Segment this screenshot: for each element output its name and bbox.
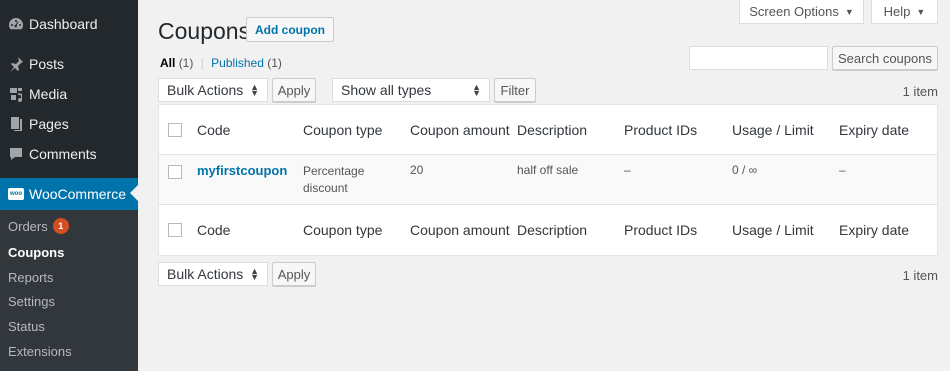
- cell-amount: 20: [410, 163, 424, 177]
- submenu-label: Settings: [8, 294, 55, 309]
- column-product-ids: Product IDs: [624, 121, 698, 138]
- menu-label: Pages: [29, 116, 69, 132]
- column-type: Coupon type: [303, 121, 383, 138]
- bulk-actions-value: Bulk Actions: [167, 82, 244, 98]
- column-amount: Coupon amount: [410, 121, 510, 138]
- bulk-actions-select[interactable]: Bulk Actions ▲ ▼: [158, 78, 268, 102]
- main-content: Screen Options ▼ Help ▼ Coupons Add coup…: [138, 0, 950, 371]
- items-count: 1 item: [902, 84, 938, 99]
- screen-options-label: Screen Options: [749, 4, 839, 19]
- cell-description: half off sale: [517, 163, 579, 177]
- menu-label: Media: [29, 86, 68, 102]
- column-expiry: Expiry date: [839, 222, 910, 238]
- menu-woocommerce[interactable]: woo WooCommerce: [0, 178, 138, 210]
- pages-icon: [7, 115, 25, 133]
- menu-posts[interactable]: Posts: [0, 49, 138, 79]
- column-code: Code: [197, 121, 231, 138]
- submenu-reports[interactable]: Reports: [8, 270, 54, 285]
- filter-button[interactable]: Filter: [494, 78, 536, 102]
- menu-label: Comments: [29, 146, 97, 162]
- filter-separator: |: [200, 56, 204, 70]
- submenu-settings[interactable]: Settings: [8, 294, 55, 309]
- column-description: Description: [517, 121, 588, 138]
- cell-usage: 0 / ∞: [732, 163, 758, 177]
- pin-icon: [7, 55, 25, 73]
- column-description: Description: [517, 222, 588, 238]
- submenu-orders[interactable]: Orders 1: [8, 218, 69, 234]
- submenu-label: Reports: [8, 270, 54, 285]
- menu-dashboard[interactable]: Dashboard: [0, 9, 138, 39]
- filter-all-count: (1): [178, 56, 194, 70]
- caret-down-icon: ▼: [844, 6, 854, 17]
- column-product-ids: Product IDs: [624, 222, 698, 238]
- submenu-label: Extensions: [8, 344, 72, 359]
- column-expiry: Expiry date: [839, 121, 910, 138]
- submenu-extensions[interactable]: Extensions: [8, 344, 72, 359]
- submenu-label: Orders: [8, 218, 48, 234]
- admin-sidebar: Dashboard Posts Media Pages Comments woo…: [0, 0, 138, 371]
- column-type: Coupon type: [303, 222, 383, 238]
- select-all-checkbox[interactable]: [168, 223, 182, 237]
- woo-icon: woo: [7, 185, 25, 203]
- add-coupon-button[interactable]: Add coupon: [246, 17, 334, 42]
- column-amount: Coupon amount: [410, 222, 510, 238]
- menu-label: Dashboard: [29, 16, 98, 32]
- screen-options-button[interactable]: Screen Options ▼: [739, 0, 864, 24]
- help-button[interactable]: Help ▼: [871, 0, 938, 24]
- menu-comments[interactable]: Comments: [0, 139, 138, 169]
- comment-icon: [7, 145, 25, 163]
- coupon-code-link[interactable]: myfirstcoupon: [197, 163, 303, 178]
- apply-button[interactable]: Apply: [272, 78, 316, 102]
- caret-down-icon: ▼: [916, 6, 926, 17]
- submenu-label: Status: [8, 319, 45, 334]
- menu-pages[interactable]: Pages: [0, 109, 138, 139]
- woocommerce-submenu: Orders 1 Coupons Reports Settings Status…: [0, 210, 138, 371]
- apply-button-bottom[interactable]: Apply: [272, 262, 316, 286]
- items-count-bottom: 1 item: [902, 268, 938, 283]
- bulk-actions-select-bottom[interactable]: Bulk Actions ▲ ▼: [158, 262, 268, 286]
- filter-all-link[interactable]: All: [160, 56, 175, 70]
- select-arrows-icon: ▲ ▼: [472, 82, 481, 98]
- filter-published-count: (1): [267, 56, 282, 70]
- cell-product-ids: –: [624, 163, 631, 177]
- cell-expiry: –: [839, 163, 846, 177]
- orders-count-badge: 1: [52, 218, 69, 234]
- select-arrows-icon: ▲ ▼: [250, 82, 259, 98]
- dashboard-icon: [7, 15, 25, 33]
- media-icon: [7, 85, 25, 103]
- column-usage: Usage / Limit: [732, 222, 814, 238]
- table-row: myfirstcoupon Percentage discount 20 hal…: [159, 155, 937, 205]
- row-checkbox[interactable]: [168, 165, 182, 179]
- table-header-row: Code Coupon type Coupon amount Descripti…: [159, 105, 937, 155]
- menu-label: Posts: [29, 56, 65, 72]
- column-usage: Usage / Limit: [732, 121, 814, 138]
- coupons-table: Code Coupon type Coupon amount Descripti…: [158, 104, 938, 256]
- menu-label: WooCommerce: [29, 186, 126, 202]
- table-footer-row: Code Coupon type Coupon amount Descripti…: [159, 205, 937, 255]
- menu-media[interactable]: Media: [0, 79, 138, 109]
- column-code: Code: [197, 222, 231, 238]
- help-label: Help: [883, 4, 911, 19]
- search-input[interactable]: [689, 46, 828, 70]
- submenu-label: Coupons: [8, 245, 65, 260]
- search-coupons-button[interactable]: Search coupons: [832, 46, 938, 70]
- coupon-type-select[interactable]: Show all types ▲ ▼: [332, 78, 490, 102]
- page-title: Coupons: [158, 18, 251, 44]
- bulk-actions-value: Bulk Actions: [167, 266, 244, 282]
- select-arrows-icon: ▲ ▼: [250, 266, 259, 282]
- submenu-status[interactable]: Status: [8, 319, 45, 334]
- submenu-coupons[interactable]: Coupons: [8, 245, 64, 260]
- cell-type: Percentage discount: [303, 164, 365, 195]
- status-filter-links: All (1) | Published (1): [160, 56, 282, 70]
- coupon-type-value: Show all types: [341, 82, 432, 98]
- filter-published-link[interactable]: Published: [211, 56, 264, 70]
- select-all-checkbox[interactable]: [168, 122, 182, 137]
